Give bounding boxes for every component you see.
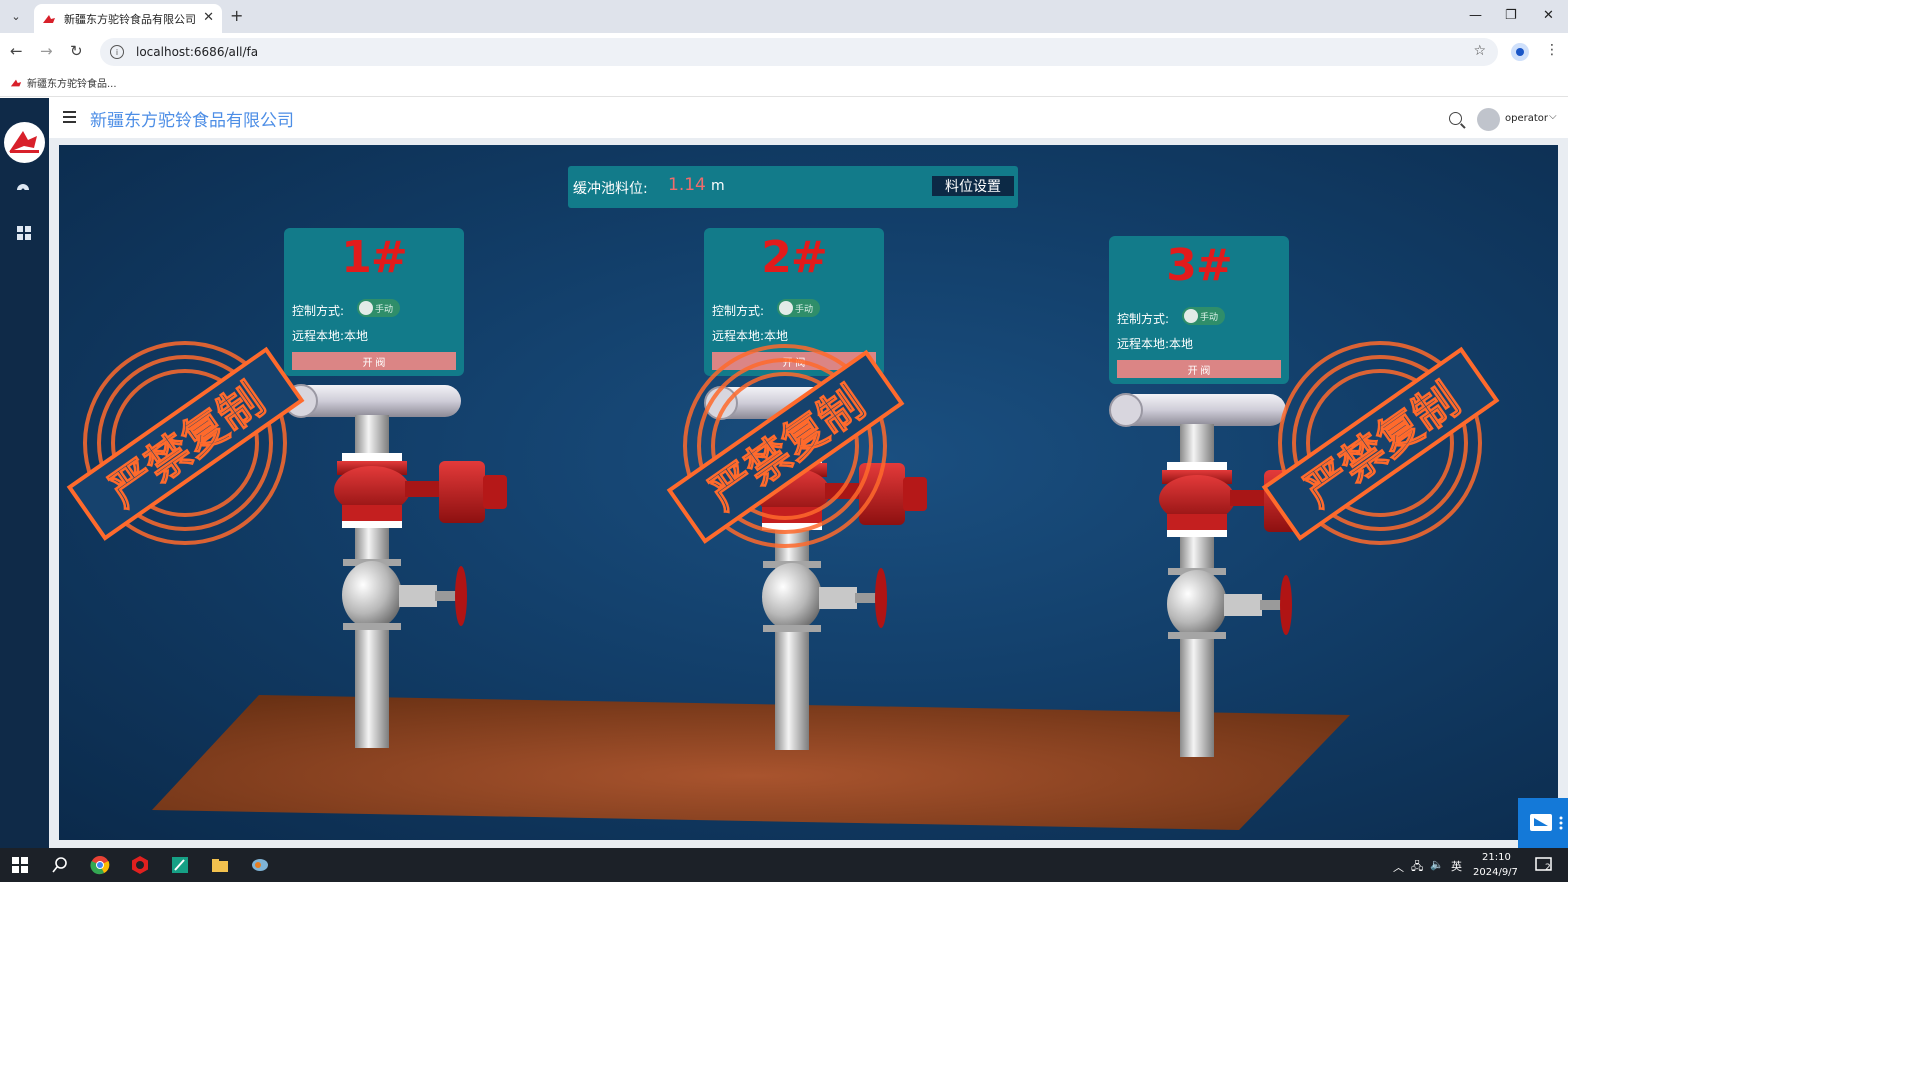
open-valve-button[interactable]: 开 阀 bbox=[292, 352, 456, 370]
bookmark-item[interactable]: 新疆东方驼铃食品... bbox=[10, 75, 117, 90]
window-close-icon[interactable]: ✕ bbox=[1543, 8, 1554, 23]
toggle-knob bbox=[359, 301, 373, 315]
sidebar bbox=[0, 98, 49, 848]
watermark-stamp: 严禁复制 bbox=[1261, 341, 1500, 545]
company-title: 新疆东方驼铃食品有限公司 bbox=[90, 111, 294, 131]
avatar[interactable] bbox=[1477, 108, 1500, 131]
address-bar-row: ← → ↻ i localhost:6686/all/fa ☆ bbox=[0, 33, 1568, 69]
file-explorer-icon[interactable] bbox=[210, 855, 230, 875]
watermark-stamp: 严禁复制 bbox=[666, 344, 905, 548]
tab-search-icon[interactable]: ⌄ bbox=[6, 6, 26, 26]
username[interactable]: operator bbox=[1505, 113, 1548, 124]
flag-icon bbox=[1530, 814, 1563, 831]
floating-widget[interactable] bbox=[1518, 798, 1568, 848]
valve-assembly-1 bbox=[284, 384, 508, 749]
control-mode-toggle[interactable]: 手动 bbox=[357, 299, 400, 317]
buffer-level-label: 缓冲池料位: bbox=[573, 181, 648, 197]
level-settings-button[interactable]: 料位设置 bbox=[932, 176, 1014, 196]
control-mode-toggle[interactable]: 手动 bbox=[777, 299, 820, 317]
new-tab-icon[interactable]: + bbox=[230, 6, 243, 25]
buffer-level-panel: 缓冲池料位: 1.14 m 料位设置 bbox=[568, 166, 1018, 208]
toggle-label: 手动 bbox=[795, 305, 814, 315]
valve-title: 2# bbox=[761, 232, 827, 283]
valve-title: 1# bbox=[341, 232, 407, 283]
apps-grid-icon[interactable] bbox=[16, 225, 32, 241]
remote-app-icon[interactable] bbox=[250, 855, 270, 875]
forward-icon[interactable]: → bbox=[40, 42, 53, 60]
floor-slab bbox=[152, 695, 1350, 830]
os-taskbar: ︿ 🖧 🔈 英 21:10 2024/9/7 2 bbox=[0, 848, 1568, 882]
dashboard-icon[interactable] bbox=[16, 180, 32, 196]
browser-tab-bar: ⌄ 新疆东方驼铃食品有限公司 ✕ + — ❐ ✕ bbox=[0, 0, 1568, 33]
control-mode-label: 控制方式: bbox=[1117, 312, 1170, 326]
toggle-label: 手动 bbox=[1200, 313, 1219, 323]
restore-icon[interactable]: ❐ bbox=[1505, 8, 1517, 23]
remote-local-label: 远程本地: bbox=[1117, 337, 1170, 351]
remote-local-value: 本地 bbox=[1169, 337, 1194, 351]
network-icon[interactable]: 🖧 bbox=[1411, 858, 1423, 877]
control-mode-label: 控制方式: bbox=[712, 304, 765, 318]
notification-icon[interactable] bbox=[1534, 855, 1554, 875]
bookmarks-bar: 新疆东方驼铃食品... bbox=[0, 69, 1568, 97]
url-text: localhost:6686/all/fa bbox=[136, 45, 259, 59]
bookmark-star-icon[interactable]: ☆ bbox=[1473, 43, 1486, 59]
bookmark-label: 新疆东方驼铃食品... bbox=[27, 79, 117, 90]
ime-indicator[interactable]: 英 bbox=[1451, 858, 1462, 874]
search-icon[interactable] bbox=[1449, 112, 1462, 125]
design-app-icon[interactable] bbox=[170, 855, 190, 875]
reload-icon[interactable]: ↻ bbox=[70, 42, 83, 60]
url-input[interactable]: i localhost:6686/all/fa ☆ bbox=[100, 38, 1498, 66]
minimize-icon[interactable]: — bbox=[1469, 8, 1482, 23]
search-icon[interactable] bbox=[50, 855, 70, 875]
bookmark-favicon-icon bbox=[10, 79, 22, 86]
browser-menu-icon[interactable]: ⋮ bbox=[1545, 42, 1559, 58]
notification-count: 2 bbox=[1545, 863, 1551, 873]
back-icon[interactable]: ← bbox=[10, 42, 23, 60]
clock-date[interactable]: 2024/9/7 bbox=[1473, 867, 1518, 878]
control-mode-label: 控制方式: bbox=[292, 304, 345, 318]
valve-title: 3# bbox=[1166, 240, 1232, 291]
buffer-level-unit: m bbox=[711, 178, 725, 194]
toggle-label: 手动 bbox=[375, 305, 394, 315]
company-logo[interactable] bbox=[4, 122, 45, 163]
app-header: 新疆东方驼铃食品有限公司 operator ⌵ bbox=[49, 98, 1568, 138]
windows-start-icon[interactable] bbox=[10, 855, 30, 875]
logo-icon bbox=[9, 131, 39, 153]
clock-time[interactable]: 21:10 bbox=[1482, 852, 1511, 863]
chevron-down-icon[interactable]: ⌵ bbox=[1549, 111, 1557, 122]
control-mode-toggle[interactable]: 手动 bbox=[1182, 307, 1225, 325]
chrome-icon[interactable] bbox=[90, 855, 110, 875]
profile-icon[interactable] bbox=[1511, 43, 1529, 61]
remote-local-value: 本地 bbox=[344, 329, 369, 343]
tab-close-icon[interactable]: ✕ bbox=[203, 10, 214, 25]
hex-app-icon[interactable] bbox=[130, 855, 150, 875]
remote-local-status: 远程本地:本地 bbox=[1117, 335, 1193, 352]
browser-tab[interactable]: 新疆东方驼铃食品有限公司 ✕ bbox=[34, 4, 222, 33]
site-info-icon[interactable]: i bbox=[110, 45, 124, 59]
watermark-stamp: 严禁复制 bbox=[66, 341, 305, 545]
tray-chevron-icon[interactable]: ︿ bbox=[1393, 859, 1404, 875]
menu-toggle-icon[interactable] bbox=[63, 111, 76, 123]
toggle-knob bbox=[1184, 309, 1198, 323]
site-favicon-icon bbox=[43, 14, 55, 23]
tab-title: 新疆东方驼铃食品有限公司 bbox=[64, 12, 196, 26]
volume-icon[interactable]: 🔈 bbox=[1430, 858, 1444, 871]
toggle-knob bbox=[779, 301, 793, 315]
valve-card-1: 1# 控制方式: 手动 远程本地:本地 开 阀 bbox=[284, 228, 464, 376]
buffer-level-value: 1.14 bbox=[668, 175, 706, 195]
